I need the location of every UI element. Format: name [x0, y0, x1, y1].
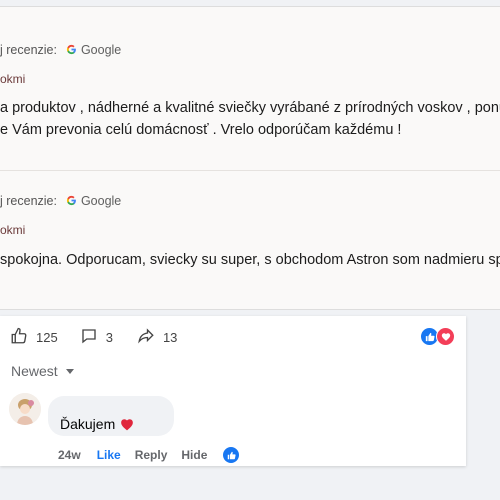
review-text-line: a produktov , nádherné a kvalitné sviečk…	[0, 100, 500, 116]
review-text-line: spokojna. Odporucam, sviecky su super, s…	[0, 252, 500, 268]
google-logo-icon	[66, 43, 77, 57]
source-name: Google	[80, 194, 122, 208]
sort-label: Newest	[11, 363, 58, 379]
reactions-summary[interactable]	[420, 327, 455, 346]
like-count: 125	[36, 330, 58, 345]
share-button[interactable]: 13	[137, 327, 177, 348]
comment-icon	[80, 327, 98, 348]
review-text-line: e Vám prevonia celú domácnosť . Vrelo od…	[0, 122, 402, 138]
comment-like-button[interactable]: Like	[97, 448, 121, 462]
love-reaction-icon	[436, 327, 455, 346]
like-reaction-icon	[223, 447, 240, 463]
post-actions: 125 3 13	[10, 327, 177, 348]
thumbs-up-icon	[10, 327, 28, 348]
comment-text-content: Ďakujem	[60, 416, 116, 432]
heart-icon	[120, 418, 134, 431]
source-name: Google	[80, 43, 122, 57]
comment-button[interactable]: 3	[80, 327, 113, 348]
google-logo-icon	[66, 194, 77, 208]
divider	[0, 170, 500, 171]
comment-text: Ďakujem	[60, 416, 134, 432]
source-prefix: j recenzie:	[0, 194, 57, 208]
comment-actions: 24w Like Reply Hide	[58, 447, 240, 463]
comment-reply-button[interactable]: Reply	[135, 448, 168, 462]
source-prefix: j recenzie:	[0, 43, 57, 57]
comment-hide-button[interactable]: Hide	[181, 448, 207, 462]
share-icon	[137, 327, 155, 348]
review-author: okmi	[0, 223, 26, 237]
share-count: 13	[162, 330, 178, 345]
comments-sort-dropdown[interactable]: Newest	[11, 363, 74, 379]
review-author: okmi	[0, 72, 26, 86]
avatar[interactable]	[9, 393, 41, 425]
caret-down-icon	[65, 368, 74, 374]
comment-count: 3	[105, 330, 113, 345]
comment-timestamp[interactable]: 24w	[58, 448, 81, 462]
review-source: j recenzie: Google	[0, 43, 121, 57]
review-source: j recenzie: Google	[0, 194, 121, 208]
like-button[interactable]: 125	[10, 327, 58, 348]
right-gutter	[472, 316, 500, 500]
